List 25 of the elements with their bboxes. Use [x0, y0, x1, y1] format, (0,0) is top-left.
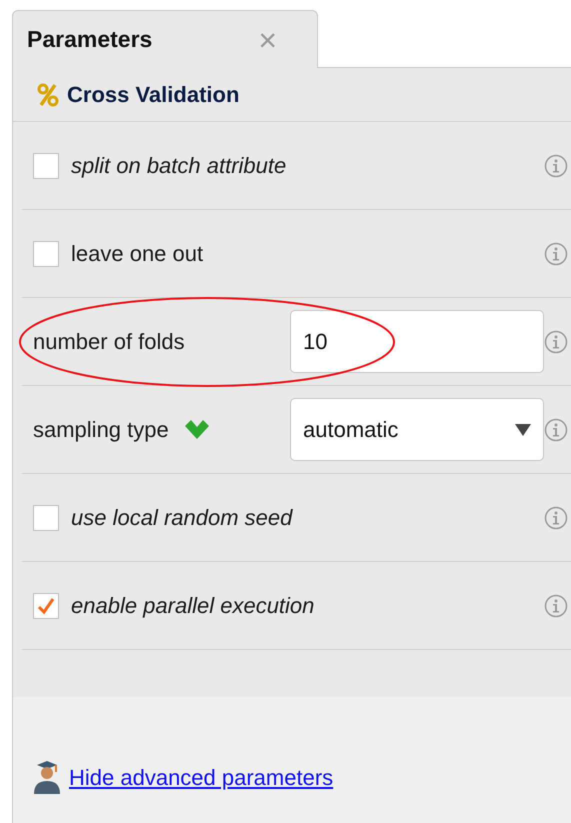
panel-tab[interactable]: Parameters ×	[12, 10, 318, 68]
user-icon	[33, 760, 61, 794]
operator-title: Cross Validation	[67, 81, 240, 109]
parameter-label: enable parallel execution	[71, 592, 314, 620]
dropdown-arrow-icon	[515, 424, 531, 436]
parameter-label: split on batch attribute	[71, 152, 286, 180]
checkbox[interactable]	[33, 152, 59, 178]
info-icon[interactable]	[544, 418, 568, 442]
checkbox[interactable]	[33, 504, 59, 530]
number-field[interactable]: 10	[290, 310, 544, 373]
parameter-label: leave one out	[71, 240, 204, 268]
parameter-label: use local random seed	[71, 504, 292, 532]
tab-label: Parameters	[27, 25, 152, 54]
checkbox[interactable]	[33, 240, 59, 266]
parameter-label: sampling type	[33, 416, 169, 444]
info-icon[interactable]	[544, 242, 568, 266]
info-icon[interactable]	[544, 154, 568, 178]
info-icon[interactable]	[544, 330, 568, 354]
dropdown[interactable]: automatic	[290, 398, 544, 461]
checkbox[interactable]	[33, 592, 59, 618]
percent-icon	[37, 82, 59, 106]
info-icon[interactable]	[544, 506, 568, 530]
parameter-label: number of folds	[33, 328, 185, 356]
hide-advanced-link[interactable]: Hide advanced parameters	[69, 760, 334, 794]
info-icon[interactable]	[544, 594, 568, 618]
